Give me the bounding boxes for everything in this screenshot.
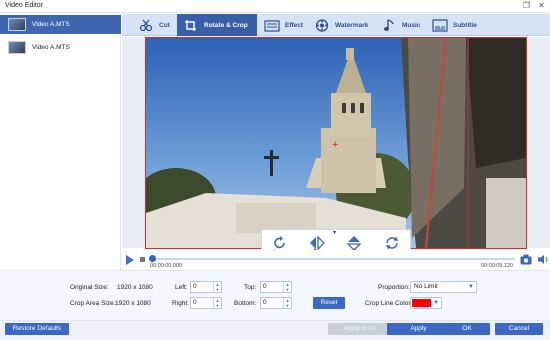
tab-label: Watermark <box>335 21 369 29</box>
proportion-select[interactable]: No Limit ▼ <box>410 281 477 293</box>
tab-label: Subtitle <box>453 21 477 29</box>
right-label: Right: <box>172 300 189 307</box>
crop-line-color-select[interactable]: ▼ <box>410 297 442 309</box>
right-stepper[interactable]: ▲ ▼ <box>213 298 221 308</box>
reset-button[interactable]: Reset <box>313 297 345 309</box>
tab-subtitle[interactable]: Subtitle <box>426 14 496 36</box>
total-time: 00:00:09.120 <box>481 263 514 269</box>
play-button[interactable] <box>126 255 134 265</box>
volume-icon[interactable] <box>538 254 549 265</box>
tab-rotate-crop[interactable]: Rotate & Crop <box>177 14 257 36</box>
crop-settings-panel <box>0 270 550 320</box>
snapshot-camera-icon[interactable] <box>520 254 532 265</box>
tab-watermark[interactable]: Watermark <box>308 14 378 36</box>
rotate-crop-icon <box>183 18 199 32</box>
stop-button[interactable] <box>140 257 145 262</box>
file-name: Video A.MTS <box>32 21 70 28</box>
watermark-icon <box>314 18 330 32</box>
subtitle-icon <box>432 18 448 32</box>
top-label: Top: <box>244 284 257 291</box>
left-input[interactable]: 0 ▲ ▼ <box>190 281 222 293</box>
editor-tabs: Cut Rotate & Crop Effect Watermark Music… <box>122 14 550 36</box>
restore-defaults-button[interactable]: Restore Defaults <box>5 323 69 335</box>
bottom-stepper[interactable]: ▲ ▼ <box>283 298 291 308</box>
color-swatch <box>412 299 431 307</box>
crop-line-color-label: Crop Line Color: <box>365 300 413 307</box>
video-thumbnail <box>8 18 26 31</box>
close-window-button[interactable]: ✕ <box>536 1 547 12</box>
music-icon <box>381 18 397 32</box>
tab-music[interactable]: Music <box>375 14 430 36</box>
left-value: 0 <box>193 283 197 290</box>
ok-button[interactable]: OK <box>444 323 490 335</box>
tab-label: Rotate & Crop <box>204 21 248 29</box>
title-bar: Video Editor ❐ ✕ <box>0 0 550 13</box>
left-stepper[interactable]: ▲ ▼ <box>213 282 221 292</box>
chevron-down-icon: ▼ <box>468 284 474 290</box>
timeline-track[interactable] <box>150 258 515 260</box>
apply-button[interactable]: Apply <box>387 323 450 335</box>
file-name: Video A.MTS <box>32 44 70 51</box>
tab-label: Effect <box>285 21 304 29</box>
current-time: 00:00:00.000 <box>150 263 183 269</box>
crop-center-marker: + <box>332 139 338 151</box>
bottom-input[interactable]: 0 ▲ ▼ <box>260 297 292 309</box>
video-preview[interactable]: + <box>145 37 527 249</box>
bottom-value: 0 <box>263 299 267 306</box>
crop-area-size-label: Crop Area Size: <box>70 300 116 307</box>
bottom-label: Bottom: <box>234 300 257 307</box>
proportion-label: Proportion: <box>378 284 410 291</box>
video-thumbnail <box>8 41 26 54</box>
file-item[interactable]: Video A.MTS <box>0 38 121 57</box>
tab-label: Music <box>402 21 421 29</box>
top-input[interactable]: 0 ▲ ▼ <box>260 281 292 293</box>
right-input[interactable]: 0 ▲ ▼ <box>190 297 222 309</box>
tab-effect[interactable]: Effect <box>258 14 313 36</box>
collapse-caret-icon[interactable]: ▾ <box>333 229 336 236</box>
original-size-value: 1920 x 1080 <box>117 284 153 291</box>
cancel-button[interactable]: Cancel <box>495 323 543 335</box>
tab-label: Cut <box>159 21 170 29</box>
restore-window-button[interactable]: ❐ <box>521 1 532 12</box>
timeline-scrubber[interactable] <box>149 255 156 262</box>
window-title: Video Editor <box>5 2 44 9</box>
original-size-label: Original Size: <box>70 284 109 291</box>
left-label: Left: <box>175 284 188 291</box>
proportion-value: No Limit <box>414 283 438 290</box>
top-stepper[interactable]: ▲ ▼ <box>283 282 291 292</box>
right-value: 0 <box>193 299 197 306</box>
effect-icon <box>264 18 280 32</box>
scissors-icon <box>138 18 154 32</box>
chevron-down-icon: ▼ <box>433 300 439 306</box>
top-value: 0 <box>263 283 267 290</box>
file-item[interactable]: Video A.MTS <box>0 15 121 34</box>
rotate-reset-icon[interactable] <box>384 235 400 251</box>
crop-area-size-value: 1920 x 1080 <box>115 300 151 307</box>
apply-to-all-button[interactable]: Apply to All <box>328 323 391 335</box>
